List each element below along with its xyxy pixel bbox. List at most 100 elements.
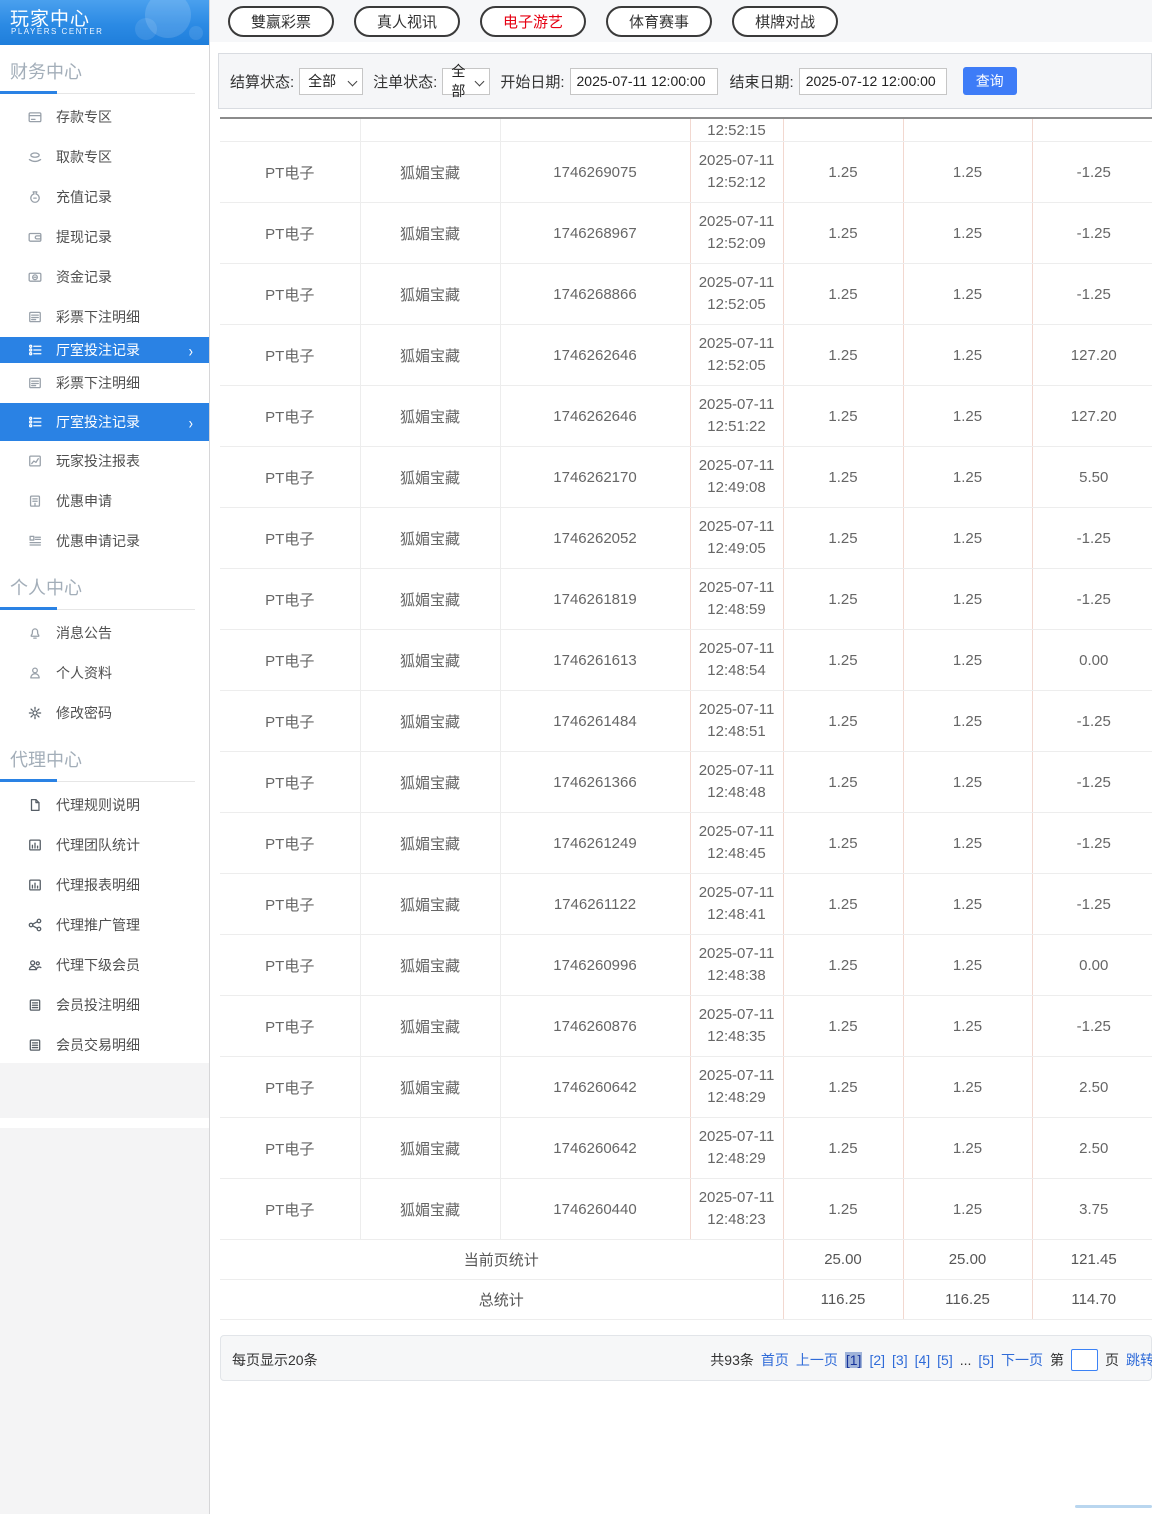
settle-status-select[interactable]: 全部 <box>299 67 364 95</box>
doc-icon <box>28 798 42 812</box>
sidebar-item-代理团队统计[interactable]: 代理团队统计 <box>0 825 209 865</box>
table-row-partial: 12:52:15 <box>220 119 1152 142</box>
sidebar-item-充值记录[interactable]: 充值记录 <box>0 177 209 217</box>
first-page-link[interactable]: 首页 <box>761 1350 789 1370</box>
sidebar-item-存款专区[interactable]: 存款专区 <box>0 97 209 137</box>
query-button[interactable]: 查询 <box>962 67 1017 95</box>
app-subtitle: PLAYERS CENTER <box>11 27 104 36</box>
tab-雙赢彩票[interactable]: 雙赢彩票 <box>228 5 335 37</box>
cell-valid: 1.25 <box>903 629 1033 691</box>
cell-game: 狐媚宝藏 <box>360 1178 501 1240</box>
sidebar-item-消息公告[interactable]: 消息公告 <box>0 613 209 653</box>
sidebar-item-彩票下注明细[interactable]: 彩票下注明细 <box>0 297 209 337</box>
sidebar-item-会员交易明细[interactable]: 会员交易明细 <box>0 1025 209 1063</box>
cell-order: 1746260876 <box>500 995 691 1057</box>
cell-order: 1746260642 <box>500 1056 691 1118</box>
table-row: PT电子 狐媚宝藏 1746262170 2025-07-11 12:49:08 1.2… <box>220 446 1152 508</box>
start-date-input[interactable] <box>569 67 718 95</box>
hall-icon <box>28 343 42 357</box>
cell-datetime: 2025-07-11 12:48:29 <box>690 1117 784 1179</box>
tab-电子游艺[interactable]: 电子游艺 <box>480 5 587 37</box>
cell-order: 1746260996 <box>500 934 691 996</box>
page-link[interactable]: [3] <box>892 1352 908 1368</box>
sidebar-item-代理推广管理[interactable]: 代理推广管理 <box>0 905 209 945</box>
cell-hall: PT电子 <box>220 995 361 1057</box>
chevron-right-icon: › <box>188 340 193 360</box>
cell-bet: 1.25 <box>783 263 904 325</box>
page-link[interactable]: [4] <box>915 1352 931 1368</box>
cell-bet: 1.25 <box>783 690 904 752</box>
cell-game: 狐媚宝藏 <box>360 507 501 569</box>
cell-valid: 1.25 <box>903 812 1033 874</box>
sidebar-item-提现记录[interactable]: 提现记录 <box>0 217 209 257</box>
section-title-0: 财务中心 <box>10 62 82 82</box>
promo-icon <box>28 494 42 508</box>
jump-action-link[interactable]: 跳转 <box>1126 1350 1152 1370</box>
cell-bet: 1.25 <box>783 629 904 691</box>
cell-empty <box>783 119 904 142</box>
table-row: PT电子 狐媚宝藏 1746262646 2025-07-11 12:51:22 1.2… <box>220 385 1152 447</box>
sidebar-gap <box>0 1118 209 1128</box>
cell-datetime: 2025-07-11 12:52:05 <box>690 324 784 386</box>
cell-valid: 1.25 <box>903 751 1033 813</box>
records-table-wrap: 12:52:15 PT电子 狐媚宝藏 1746269075 2025-07-11 12:… <box>220 117 1152 1320</box>
sidebar-item-彩票下注明细[interactable]: 彩票下注明细 <box>0 363 209 403</box>
sidebar-item-优惠申请[interactable]: 优惠申请 <box>0 481 209 521</box>
cell-game: 狐媚宝藏 <box>360 385 501 447</box>
sidebar-item-取款专区[interactable]: 取款专区 <box>0 137 209 177</box>
sidebar-item-修改密码[interactable]: 修改密码 <box>0 693 209 733</box>
cell-valid: 1.25 <box>903 507 1033 569</box>
jump-page-input[interactable] <box>1071 1349 1098 1371</box>
sidebar-item-厅室投注记录[interactable]: 厅室投注记录 › <box>0 337 209 363</box>
sidebar-item-玩家投注报表[interactable]: 玩家投注报表 <box>0 441 209 481</box>
cell-game: 狐媚宝藏 <box>360 446 501 508</box>
order-status-select[interactable]: 全部 <box>442 63 491 99</box>
cell-valid: 1.25 <box>903 385 1033 447</box>
cell-bet: 1.25 <box>783 1117 904 1179</box>
sidebar-item-label: 代理报表明细 <box>56 877 140 893</box>
gear-icon <box>28 706 42 720</box>
cell-hall: PT电子 <box>220 263 361 325</box>
sidebar-item-label: 优惠申请 <box>56 493 112 509</box>
order-status-value: 全部 <box>451 63 466 99</box>
page-link[interactable]: [5] <box>937 1352 953 1368</box>
sidebar-item-代理报表明细[interactable]: 代理报表明细 <box>0 865 209 905</box>
app-logo[interactable]: 玩家中心 PLAYERS CENTER <box>0 0 209 45</box>
cell-bet: 1.25 <box>783 1178 904 1240</box>
tab-棋牌对战[interactable]: 棋牌对战 <box>732 5 839 37</box>
prev-page-link[interactable]: 上一页 <box>796 1350 838 1370</box>
sidebar-item-代理规则说明[interactable]: 代理规则说明 <box>0 785 209 825</box>
cell-hall: PT电子 <box>220 934 361 996</box>
cell-datetime: 2025-07-11 12:52:09 <box>690 202 784 264</box>
cell-order: 1746268866 <box>500 263 691 325</box>
sidebar-item-个人资料[interactable]: 个人资料 <box>0 653 209 693</box>
next-page-link[interactable]: 下一页 <box>1001 1350 1043 1370</box>
table-row: PT电子 狐媚宝藏 1746261819 2025-07-11 12:48:59 1.2… <box>220 568 1152 630</box>
cell-game: 狐媚宝藏 <box>360 202 501 264</box>
sidebar-item-label: 代理推广管理 <box>56 917 140 933</box>
cell-valid: 1.25 <box>903 141 1033 203</box>
page-link[interactable]: [5] <box>978 1352 994 1368</box>
section-underline <box>0 91 209 94</box>
page-link-current[interactable]: [1] <box>844 1352 863 1368</box>
table-row: PT电子 狐媚宝藏 1746261613 2025-07-11 12:48:54 1.2… <box>220 629 1152 691</box>
sidebar-item-资金记录[interactable]: 资金记录 <box>0 257 209 297</box>
sidebar-item-优惠申请记录[interactable]: 优惠申请记录 <box>0 521 209 561</box>
order-status-label: 注单状态: <box>373 73 438 91</box>
sidebar-item-厅室投注记录[interactable]: 厅室投注记录 › <box>0 403 209 441</box>
page-link[interactable]: [2] <box>869 1352 885 1368</box>
cell-bet: 1.25 <box>783 812 904 874</box>
cell-order: 1746261249 <box>500 812 691 874</box>
end-date-label: 结束日期: <box>729 73 794 91</box>
sidebar-item-代理下级会员[interactable]: 代理下级会员 <box>0 945 209 985</box>
tab-真人视讯[interactable]: 真人视讯 <box>354 5 461 37</box>
end-date-input[interactable] <box>798 67 947 95</box>
sidebar-item-label: 存款专区 <box>56 109 112 125</box>
tab-体育赛事[interactable]: 体育赛事 <box>606 5 713 37</box>
cell-order: 1746261613 <box>500 629 691 691</box>
sidebar-item-label: 玩家投注报表 <box>56 453 140 469</box>
pagination-bar: 每页显示20条 共93条 首页 上一页 [1] [2] [3] [4] [5]... [5… <box>220 1335 1152 1381</box>
cell-game: 狐媚宝藏 <box>360 629 501 691</box>
sidebar-item-会员投注明细[interactable]: 会员投注明细 <box>0 985 209 1025</box>
cell-profit: 0.00 <box>1032 934 1152 996</box>
